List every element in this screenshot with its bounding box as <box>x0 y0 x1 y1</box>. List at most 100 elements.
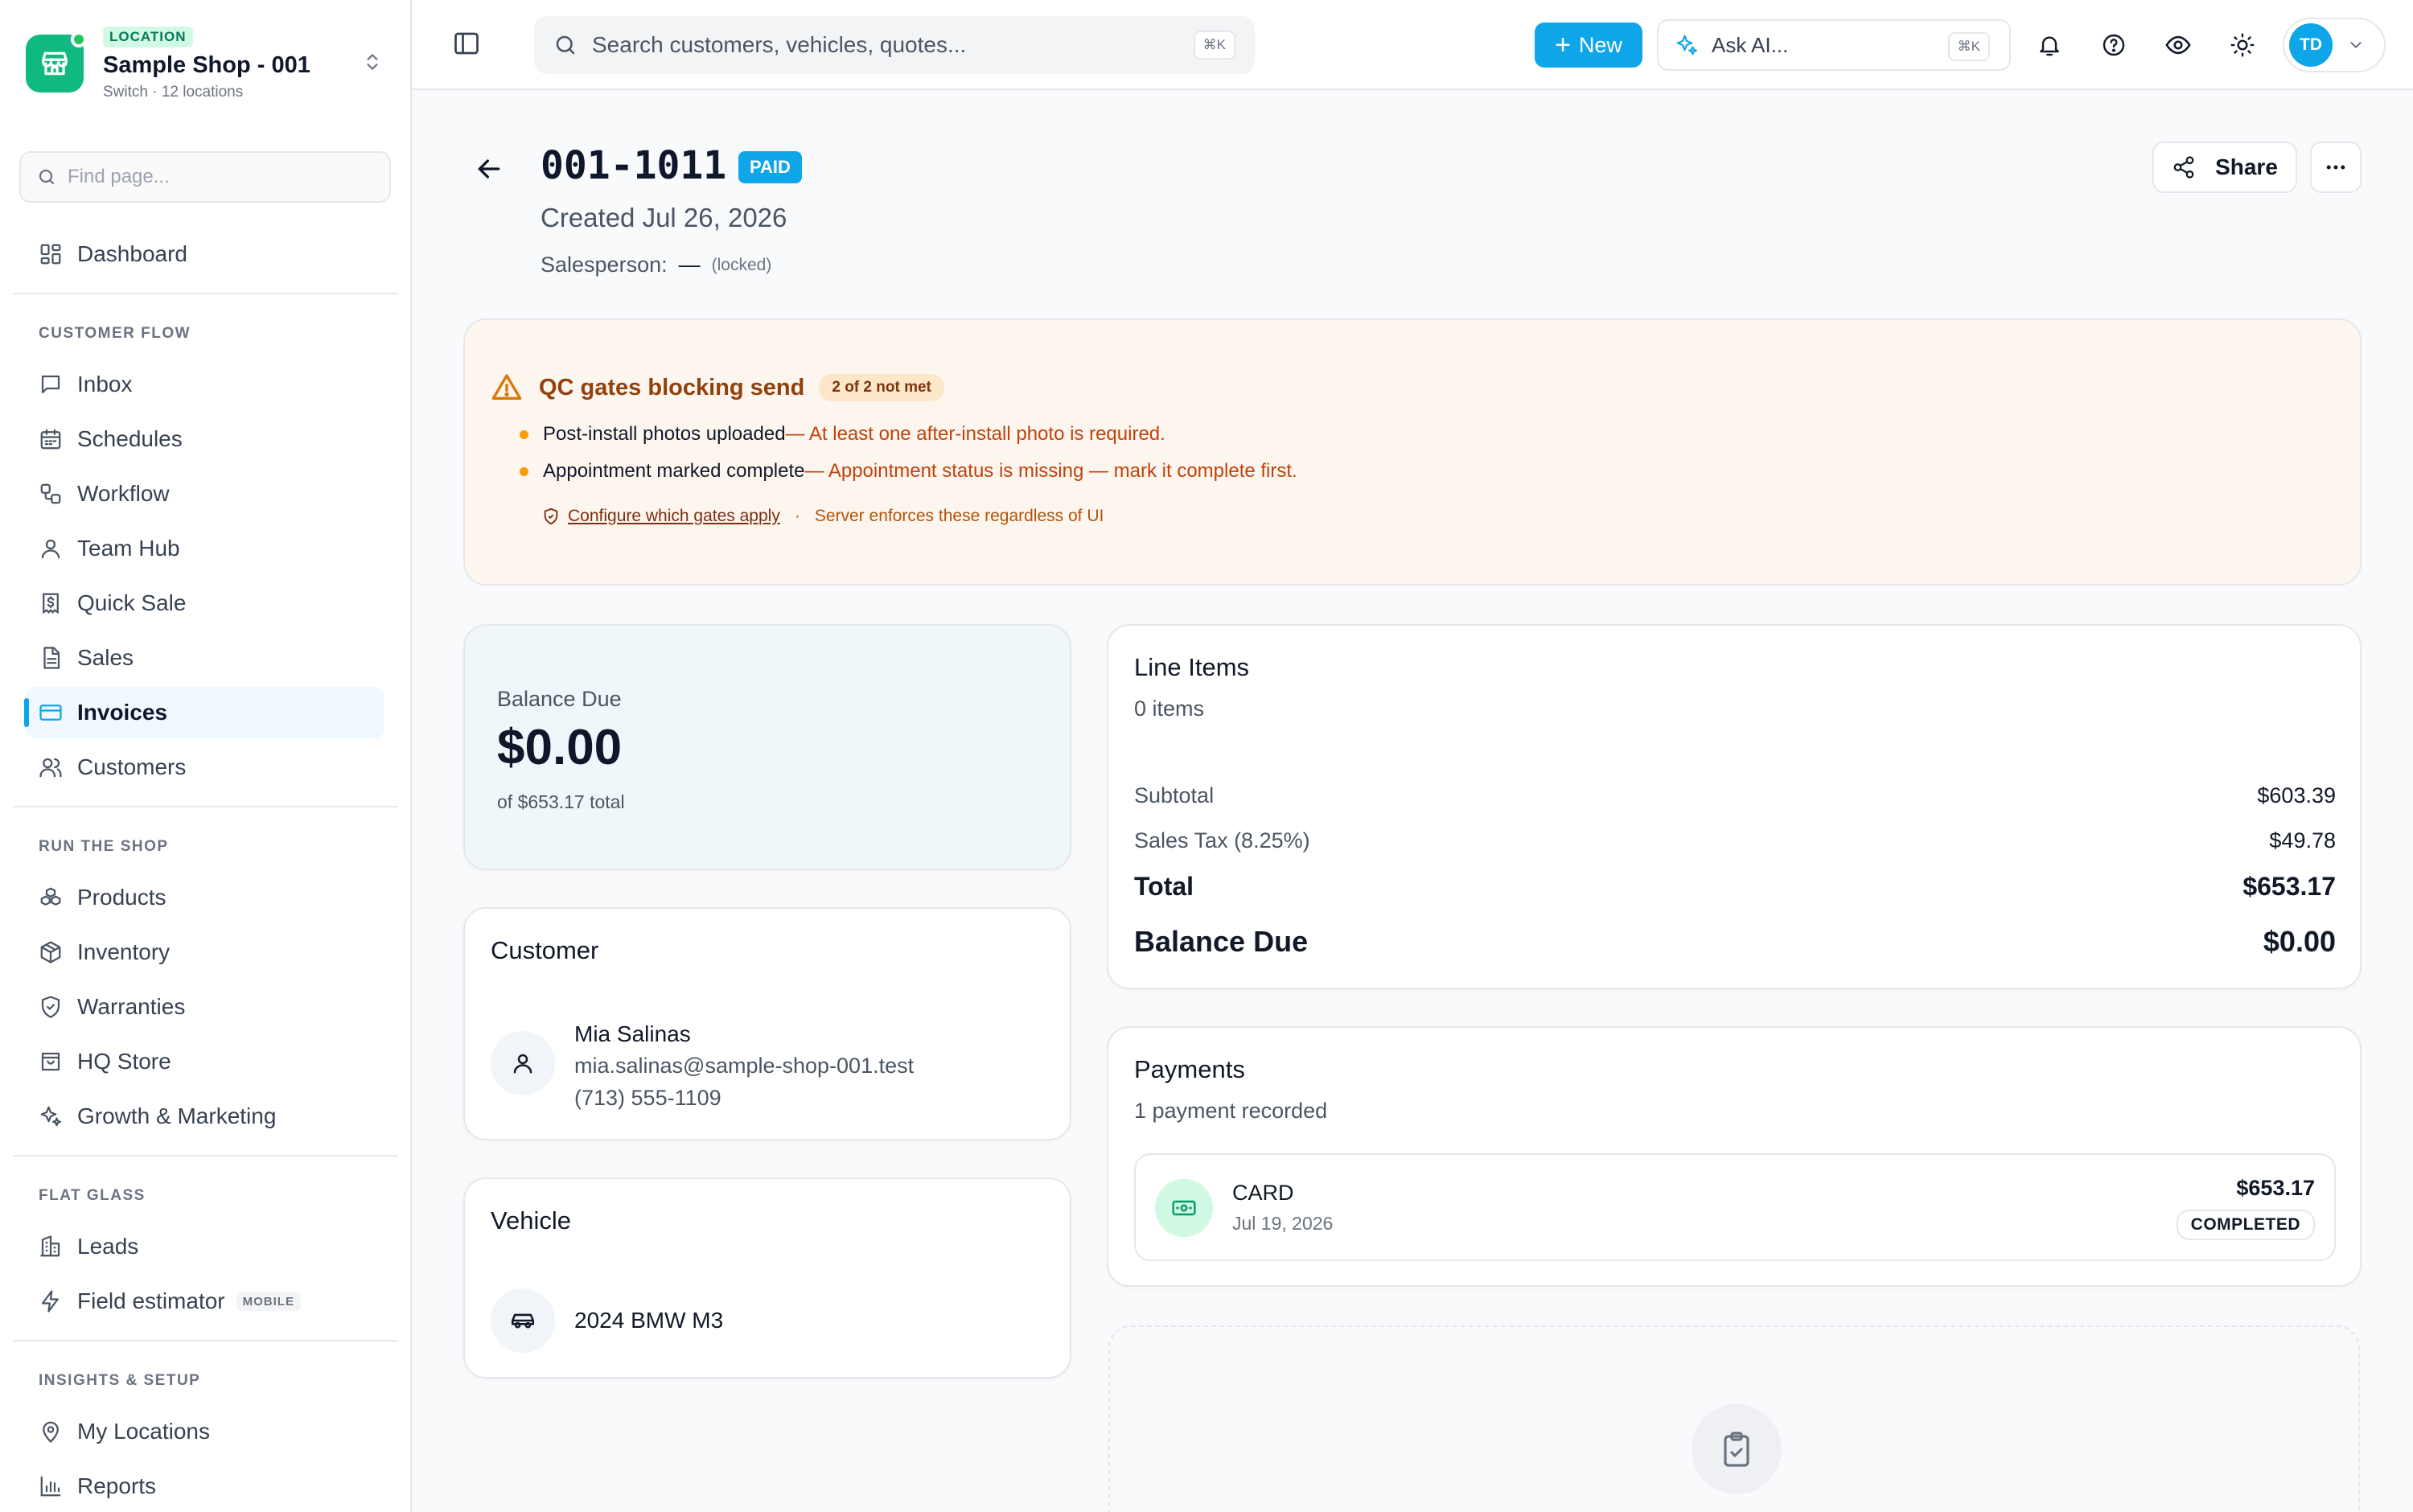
ask-ai-shortcut: ⌘K <box>1947 32 1990 61</box>
balance-due-value: $0.00 <box>2263 925 2336 958</box>
sidebar-item-label: Inbox <box>77 372 133 396</box>
qc-item: Appointment marked complete — Appointmen… <box>520 460 1297 483</box>
configure-gates-link[interactable]: Configure which gates apply <box>568 507 780 526</box>
qc-item-desc: — Appointment status is missing — mark i… <box>804 460 1297 482</box>
balance-of-total: of $653.17 total <box>497 791 625 812</box>
sidebar-item-customers[interactable]: Customers <box>26 742 384 793</box>
mobile-badge: MOBILE <box>236 1292 301 1311</box>
avatar: TD <box>2289 23 2333 67</box>
customer-phone: (713) 555-1109 <box>574 1086 721 1110</box>
sidebar-item-label: Workflow <box>77 481 170 506</box>
sidebar-item-my-locations[interactable]: My Locations <box>26 1406 384 1457</box>
status-badge: PAID <box>738 151 802 183</box>
eye-icon[interactable] <box>2162 29 2194 61</box>
sidebar-item-label: Warranties <box>77 994 186 1019</box>
subtotal-label: Subtotal <box>1134 783 1215 807</box>
more-options-button[interactable] <box>2310 142 2362 193</box>
sparkles-icon <box>1675 33 1699 57</box>
qc-count-badge: 2 of 2 not met <box>819 374 944 401</box>
separator-dot: · <box>794 507 800 525</box>
sidebar-item-inbox[interactable]: Inbox <box>26 359 384 410</box>
customer-card[interactable]: Customer Mia Salinas mia.salinas@sample-… <box>463 907 1071 1140</box>
empty-state-card <box>1108 1325 2360 1512</box>
find-page-input[interactable] <box>68 166 373 188</box>
sidebar-item-schedules[interactable]: Schedules <box>26 413 384 465</box>
new-button[interactable]: + New <box>1535 23 1642 68</box>
sidebar-item-dashboard[interactable]: Dashboard <box>26 228 384 280</box>
credit-card-icon <box>39 705 62 721</box>
ask-ai-button[interactable]: Ask AI... ⌘K <box>1657 19 2011 71</box>
bullet-dot <box>520 429 528 439</box>
sidebar-item-label: Schedules <box>77 426 183 451</box>
total-label: Total <box>1134 872 1194 901</box>
card-title: Payments <box>1134 1055 1245 1083</box>
balance-amount: $0.00 <box>497 720 623 775</box>
sidebar-toggle-icon[interactable] <box>452 29 481 58</box>
back-arrow-icon[interactable] <box>473 153 505 185</box>
bell-icon[interactable] <box>2033 29 2066 61</box>
location-sub: Switch · 12 locations <box>103 83 244 101</box>
sidebar-item-invoices[interactable]: Invoices <box>24 687 384 738</box>
sidebar-item-label: My Locations <box>77 1419 210 1444</box>
qc-footer: Configure which gates apply · Server enf… <box>542 507 1104 526</box>
sidebar-item-quick-sale[interactable]: Quick Sale <box>26 577 384 629</box>
sidebar-item-reports[interactable]: Reports <box>26 1461 384 1512</box>
sidebar-item-label: Field estimator <box>77 1288 225 1313</box>
workflow-icon <box>40 483 61 504</box>
share-icon <box>2173 156 2194 179</box>
topbar: ⌘K + New Ask AI... ⌘K TD <box>412 0 2413 90</box>
bar-chart-icon <box>40 1476 61 1497</box>
share-button[interactable]: Share <box>2152 142 2297 193</box>
salesperson-locked-note: (locked) <box>711 255 772 274</box>
card-title: Line Items <box>1134 653 1250 681</box>
sidebar-item-team-hub[interactable]: Team Hub <box>26 523 384 574</box>
sidebar-item-label: Products <box>77 885 166 910</box>
balance-due-card: Balance Due $0.00 of $653.17 total <box>463 624 1071 870</box>
sidebar: LOCATION Sample Shop - 001 Switch · 12 l… <box>0 0 412 1512</box>
sidebar-item-sales[interactable]: Sales <box>26 632 384 684</box>
payment-status-badge: COMPLETED <box>2176 1210 2315 1240</box>
sidebar-item-hq-store[interactable]: HQ Store <box>26 1036 384 1087</box>
sidebar-item-label: Invoices <box>77 700 168 725</box>
sidebar-item-growth-marketing[interactable]: Growth & Marketing <box>26 1091 384 1142</box>
location-tag: LOCATION <box>103 26 193 47</box>
section-label-customer-flow: CUSTOMER FLOW <box>39 325 191 342</box>
global-search: ⌘K <box>534 16 1255 74</box>
users-icon <box>39 758 62 778</box>
sun-icon[interactable] <box>2226 29 2259 61</box>
customer-email: mia.salinas@sample-shop-001.test <box>574 1054 915 1078</box>
sidebar-item-label: Inventory <box>77 939 171 964</box>
payment-amount: $653.17 <box>2236 1176 2315 1200</box>
user-menu[interactable]: TD <box>2283 18 2386 72</box>
search-shortcut: ⌘K <box>1193 31 1235 60</box>
sidebar-item-field-estimator[interactable]: Field estimator MOBILE <box>26 1276 384 1327</box>
find-page-box <box>19 151 391 203</box>
payment-row[interactable]: CARD Jul 19, 2026 $653.17 COMPLETED <box>1134 1153 2336 1261</box>
sidebar-item-label: Growth & Marketing <box>77 1103 277 1128</box>
sidebar-item-label: Quick Sale <box>77 590 187 615</box>
package-icon <box>40 941 61 963</box>
search-input[interactable] <box>592 32 1171 58</box>
salesperson-value: — <box>678 253 701 277</box>
sidebar-item-workflow[interactable]: Workflow <box>26 468 384 520</box>
message-square-icon <box>41 375 60 394</box>
sidebar-item-label: Reports <box>77 1473 157 1498</box>
sidebar-item-inventory[interactable]: Inventory <box>26 927 384 978</box>
sidebar-item-label: Dashboard <box>77 241 187 266</box>
sidebar-item-label: Leads <box>77 1234 139 1259</box>
location-switcher[interactable]: LOCATION Sample Shop - 001 Switch · 12 l… <box>26 19 393 108</box>
location-name: Sample Shop - 001 <box>103 51 310 78</box>
payments-card: Payments 1 payment recorded CARD Jul 19,… <box>1107 1026 2362 1287</box>
user-icon <box>41 539 60 559</box>
qc-title: QC gates blocking send <box>539 374 805 401</box>
sidebar-item-products[interactable]: Products <box>26 872 384 923</box>
vehicle-name: 2024 BMW M3 <box>574 1308 724 1333</box>
sidebar-item-leads[interactable]: Leads <box>26 1221 384 1272</box>
total-value: $653.17 <box>2242 872 2336 901</box>
share-label: Share <box>2215 154 2278 179</box>
vehicle-card[interactable]: Vehicle 2024 BMW M3 <box>463 1177 1071 1378</box>
sidebar-item-warranties[interactable]: Warranties <box>26 981 384 1033</box>
sidebar-item-label: HQ Store <box>77 1049 171 1074</box>
line-items-count: 0 items <box>1134 696 1205 721</box>
help-icon[interactable] <box>2098 29 2130 61</box>
